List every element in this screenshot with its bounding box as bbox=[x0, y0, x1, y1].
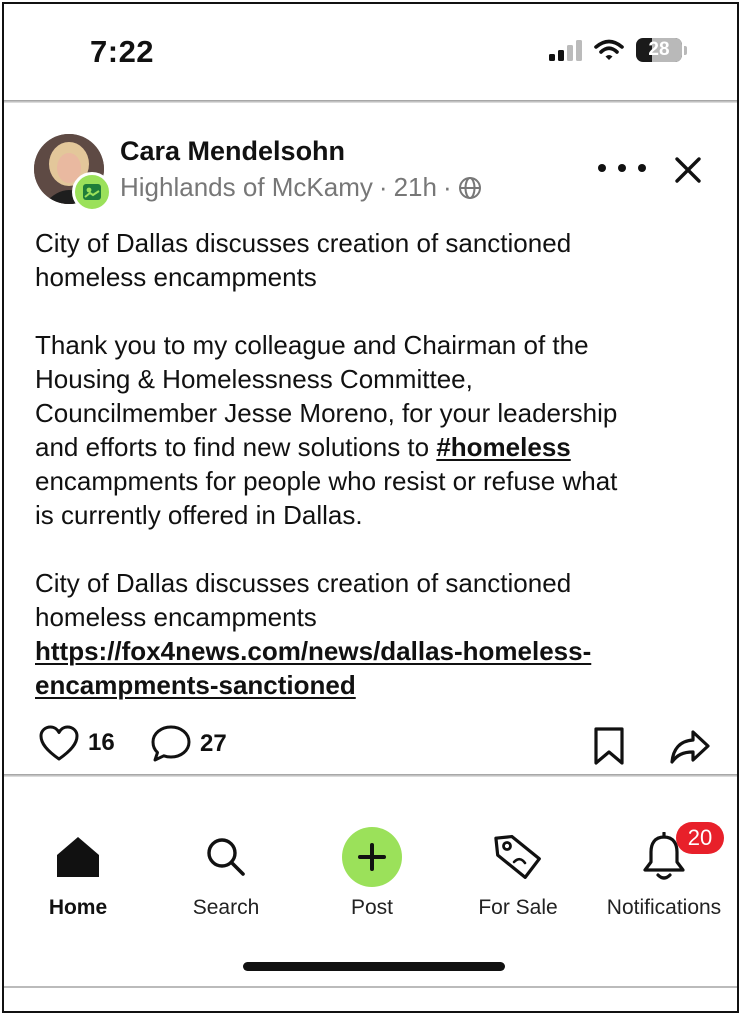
status-bar: 7:22 28 bbox=[4, 4, 737, 100]
neighborhood-name[interactable]: Highlands of McKamy bbox=[120, 172, 373, 203]
post-text-line: encampments for people who resist or ref… bbox=[35, 466, 618, 496]
bottom-nav: Home Search Post For Sale 20 Notificatio… bbox=[4, 780, 737, 980]
share-icon[interactable] bbox=[668, 724, 712, 768]
plus-icon bbox=[342, 827, 402, 887]
home-indicator[interactable] bbox=[243, 962, 505, 971]
nav-post[interactable]: Post bbox=[302, 827, 442, 920]
status-time: 7:22 bbox=[90, 34, 155, 69]
wifi-icon bbox=[594, 39, 624, 60]
heart-icon bbox=[39, 725, 79, 761]
post-text-line: is currently offered in Dallas. bbox=[35, 500, 363, 530]
globe-icon bbox=[458, 176, 481, 199]
nav-search-label: Search bbox=[192, 896, 260, 919]
article-url-link[interactable]: https://fox4news.com/news/dallas-homeles… bbox=[35, 636, 591, 666]
bottom-divider bbox=[4, 986, 737, 988]
nav-notifications-label: Notifications bbox=[606, 896, 722, 919]
meta-separator: · bbox=[378, 172, 388, 202]
hashtag-link[interactable]: #homeless bbox=[436, 432, 570, 462]
status-icons: 28 bbox=[549, 38, 687, 62]
post-body: City of Dallas discusses creation of san… bbox=[35, 226, 715, 702]
comment-button[interactable]: 27 bbox=[150, 724, 227, 764]
post-meta: Highlands of McKamy · 21h · bbox=[120, 172, 482, 203]
search-icon bbox=[207, 838, 245, 876]
battery-icon: 28 bbox=[636, 38, 682, 62]
nav-search[interactable]: Search bbox=[156, 828, 296, 920]
nav-home[interactable]: Home bbox=[8, 828, 148, 920]
post-actions: 16 27 bbox=[4, 718, 737, 768]
bookmark-icon[interactable] bbox=[592, 726, 626, 766]
post-text-line: Councilmember Jesse Moreno, for your lea… bbox=[35, 398, 618, 428]
post-card: Cara Mendelsohn Highlands of McKamy · 21… bbox=[4, 104, 737, 776]
nav-home-label: Home bbox=[48, 896, 108, 919]
battery-nub bbox=[684, 45, 687, 55]
link-title-line: homeless encampments bbox=[35, 602, 317, 632]
comment-icon bbox=[151, 725, 191, 762]
nav-for-sale[interactable]: For Sale bbox=[448, 828, 588, 920]
like-count: 16 bbox=[88, 729, 115, 756]
home-icon bbox=[57, 837, 99, 877]
like-button[interactable]: 16 bbox=[38, 724, 115, 762]
post-age: 21h bbox=[393, 172, 437, 202]
neighborhood-badge-icon bbox=[72, 172, 112, 212]
author-name[interactable]: Cara Mendelsohn bbox=[120, 136, 345, 167]
header-divider bbox=[4, 100, 737, 103]
comment-count: 27 bbox=[200, 730, 227, 757]
post-title-line: homeless encampments bbox=[35, 262, 317, 292]
post-text-fragment: and efforts to find new solutions to bbox=[35, 432, 437, 462]
more-options-icon[interactable] bbox=[598, 156, 646, 180]
close-icon[interactable] bbox=[670, 152, 706, 188]
post-text-line: Thank you to my colleague and Chairman o… bbox=[35, 330, 589, 360]
post-text-line: and efforts to find new solutions to #ho… bbox=[35, 430, 715, 464]
cellular-signal-icon bbox=[549, 39, 582, 61]
article-url-link[interactable]: encampments-sanctioned bbox=[35, 670, 356, 700]
nav-for-sale-label: For Sale bbox=[478, 896, 558, 919]
post-title-line: City of Dallas discusses creation of san… bbox=[35, 228, 572, 258]
meta-separator: · bbox=[442, 172, 452, 202]
nav-divider bbox=[4, 774, 737, 777]
post-text-line: Housing & Homelessness Committee, bbox=[35, 364, 473, 394]
price-tag-icon bbox=[494, 834, 541, 879]
nav-notifications[interactable]: 20 Notifications bbox=[594, 822, 734, 920]
notifications-badge: 20 bbox=[676, 822, 724, 854]
link-title-line: City of Dallas discusses creation of san… bbox=[35, 568, 572, 598]
phone-frame: 7:22 28 Cara Mendelsohn Highlands of McK… bbox=[2, 2, 739, 1013]
battery-percent: 28 bbox=[648, 39, 670, 60]
nav-post-label: Post bbox=[350, 896, 394, 919]
